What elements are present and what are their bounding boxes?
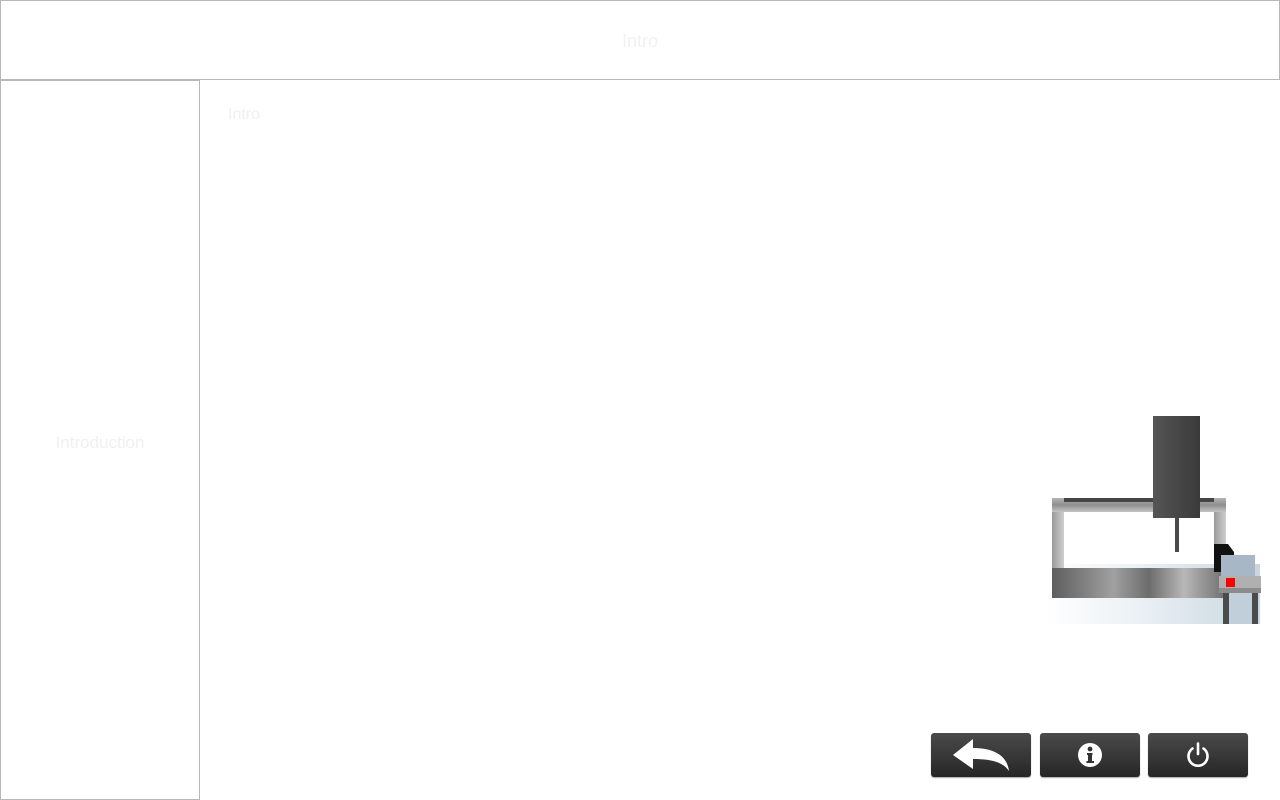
sidebar: Introduction — [0, 80, 200, 800]
back-arrow-icon — [949, 737, 1013, 773]
power-icon — [1184, 741, 1212, 769]
info-icon — [1077, 742, 1103, 768]
sidebar-item-introduction[interactable]: Introduction — [1, 433, 199, 453]
header-bar: Intro — [0, 0, 1280, 80]
power-button[interactable] — [1148, 733, 1248, 777]
measuring-machine-illustration — [1040, 410, 1270, 630]
page-title: Intro — [621, 31, 659, 51]
content-heading: Intro — [228, 106, 261, 123]
info-button[interactable] — [1040, 733, 1140, 777]
back-button[interactable] — [931, 733, 1031, 777]
